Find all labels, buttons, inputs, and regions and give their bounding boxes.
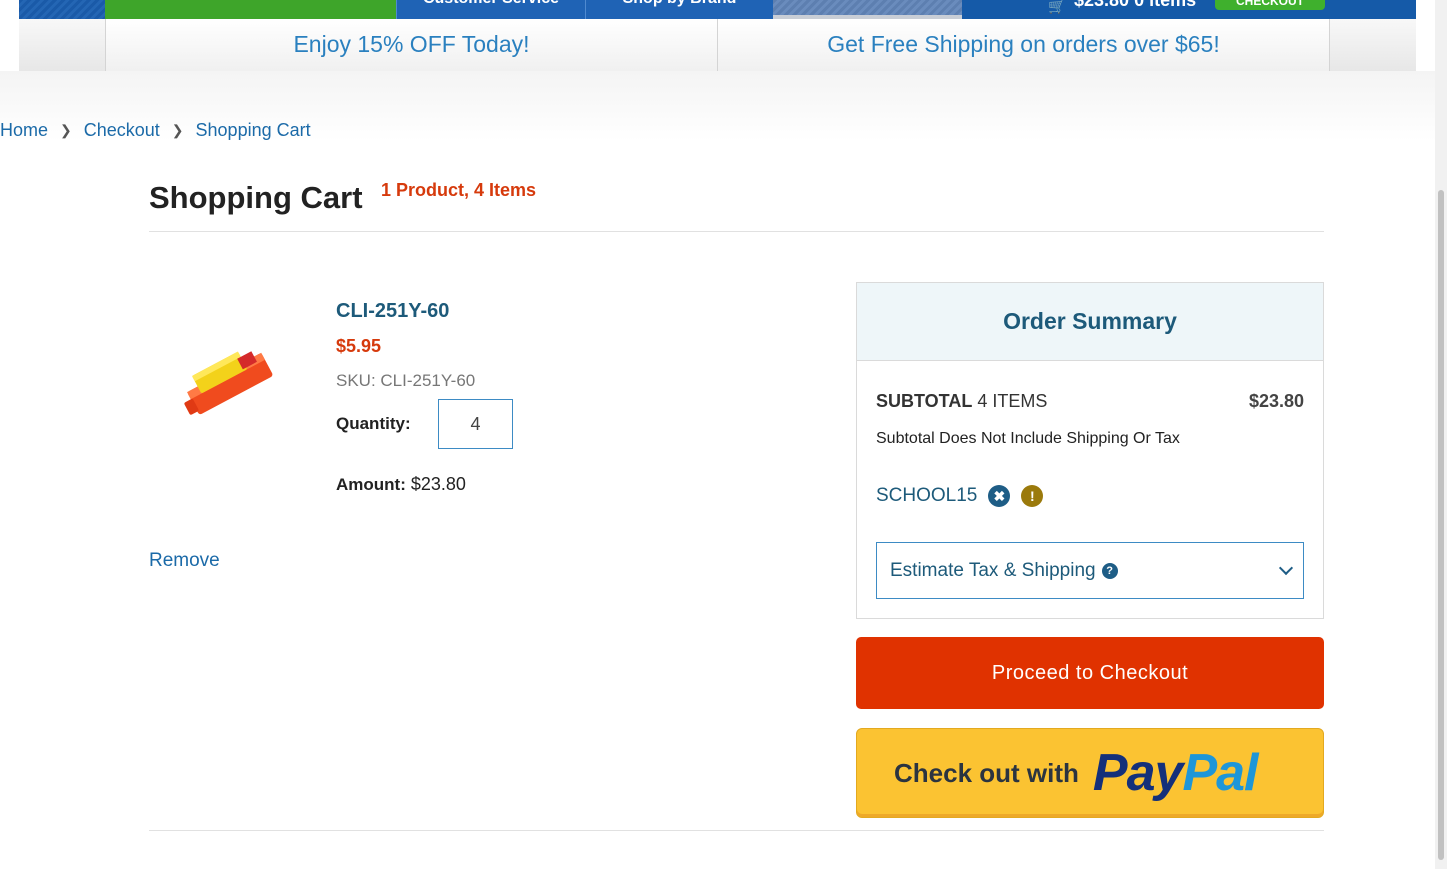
nav-tab-label: Customer Service (397, 0, 585, 8)
close-icon[interactable]: ✖ (988, 485, 1011, 507)
nav-tab-label: Shop by Brand (586, 0, 773, 8)
chevron-down-icon (1278, 560, 1294, 576)
mini-checkout-button[interactable]: CHECKOUT (1215, 0, 1325, 10)
product-sku: SKU: CLI-251Y-60 (336, 371, 476, 390)
line-amount: Amount: $23.80 (336, 474, 466, 495)
paypal-checkout-button[interactable]: Check out with PayPal (856, 728, 1324, 818)
proceed-to-checkout-button[interactable]: Proceed to Checkout (856, 637, 1324, 709)
order-summary-title: Order Summary (857, 283, 1323, 361)
amount-value: $23.80 (410, 474, 466, 494)
applied-coupon: SCHOOL15 ✖ ! (876, 485, 1044, 507)
order-summary: Order Summary SUBTOTAL 4 ITEMS $23.80 Su… (856, 282, 1324, 619)
quantity-input[interactable] (438, 399, 513, 449)
remove-item-link[interactable]: Remove (149, 550, 220, 572)
page-title: Shopping Cart (149, 180, 363, 215)
subtotal-value: $23.80 (1248, 391, 1304, 411)
paypal-prefix: Check out with (894, 757, 1079, 788)
mini-cart[interactable]: 🛒 $23.80 0 items CHECKOUT (962, 0, 1416, 19)
warning-icon[interactable]: ! (1021, 485, 1044, 507)
promo-discount[interactable]: Enjoy 15% OFF Today! (105, 19, 718, 71)
mini-cart-summary: $23.80 0 items (1074, 0, 1196, 11)
estimate-label: Estimate Tax & Shipping (890, 559, 1096, 581)
promo-free-shipping[interactable]: Get Free Shipping on orders over $65! (717, 19, 1330, 71)
chevron-right-icon: ❯ (60, 122, 72, 138)
product-image[interactable] (172, 330, 282, 430)
scrollbar[interactable] (1435, 0, 1447, 869)
promo-band: Enjoy 15% OFF Today! Get Free Shipping o… (19, 19, 1416, 71)
nav-tab-home[interactable] (105, 0, 396, 19)
nav-tab-active[interactable] (773, 0, 962, 19)
scrollbar-thumb[interactable] (1438, 190, 1444, 860)
chevron-right-icon: ❯ (171, 122, 184, 138)
estimate-tax-shipping-dropdown[interactable]: Estimate Tax & Shipping ? (876, 542, 1304, 599)
coupon-code: SCHOOL15 (876, 485, 978, 506)
help-icon[interactable]: ? (1101, 562, 1118, 579)
quantity-label: Quantity: (336, 414, 411, 433)
subtotal-items: 4 ITEMS (977, 391, 1048, 411)
subtotal-note: Subtotal Does Not Include Shipping Or Ta… (876, 430, 1180, 447)
subtotal-label: SUBTOTAL 4 ITEMS (876, 391, 1047, 412)
breadcrumb-shopping-cart[interactable]: Shopping Cart (196, 120, 311, 141)
cart-count: 1 Product, 4 Items (381, 180, 537, 200)
mini-cart-total: $23.80 (1074, 0, 1130, 10)
amount-label: Amount: (336, 475, 406, 494)
product-price: $5.95 (336, 336, 382, 356)
nav-tab-customer-service[interactable]: Customer Service (396, 0, 585, 19)
subtotal-heading: SUBTOTAL (876, 391, 973, 411)
breadcrumb: Home ❯ Checkout ❯ Shopping Cart (0, 120, 311, 141)
cart-icon: 🛒 (1048, 0, 1066, 14)
breadcrumb-checkout[interactable]: Checkout (84, 120, 160, 141)
product-name[interactable]: CLI-251Y-60 (336, 300, 449, 323)
divider (149, 830, 1324, 831)
top-nav: Customer Service Shop by Brand 🛒 $23.80 … (19, 0, 1416, 19)
divider (149, 231, 1324, 232)
mini-cart-items: 0 items (1134, 0, 1197, 10)
paypal-logo: PayPal (1092, 744, 1259, 802)
breadcrumb-home[interactable]: Home (0, 120, 48, 141)
nav-tab-shop-by-brand[interactable]: Shop by Brand (585, 0, 773, 19)
